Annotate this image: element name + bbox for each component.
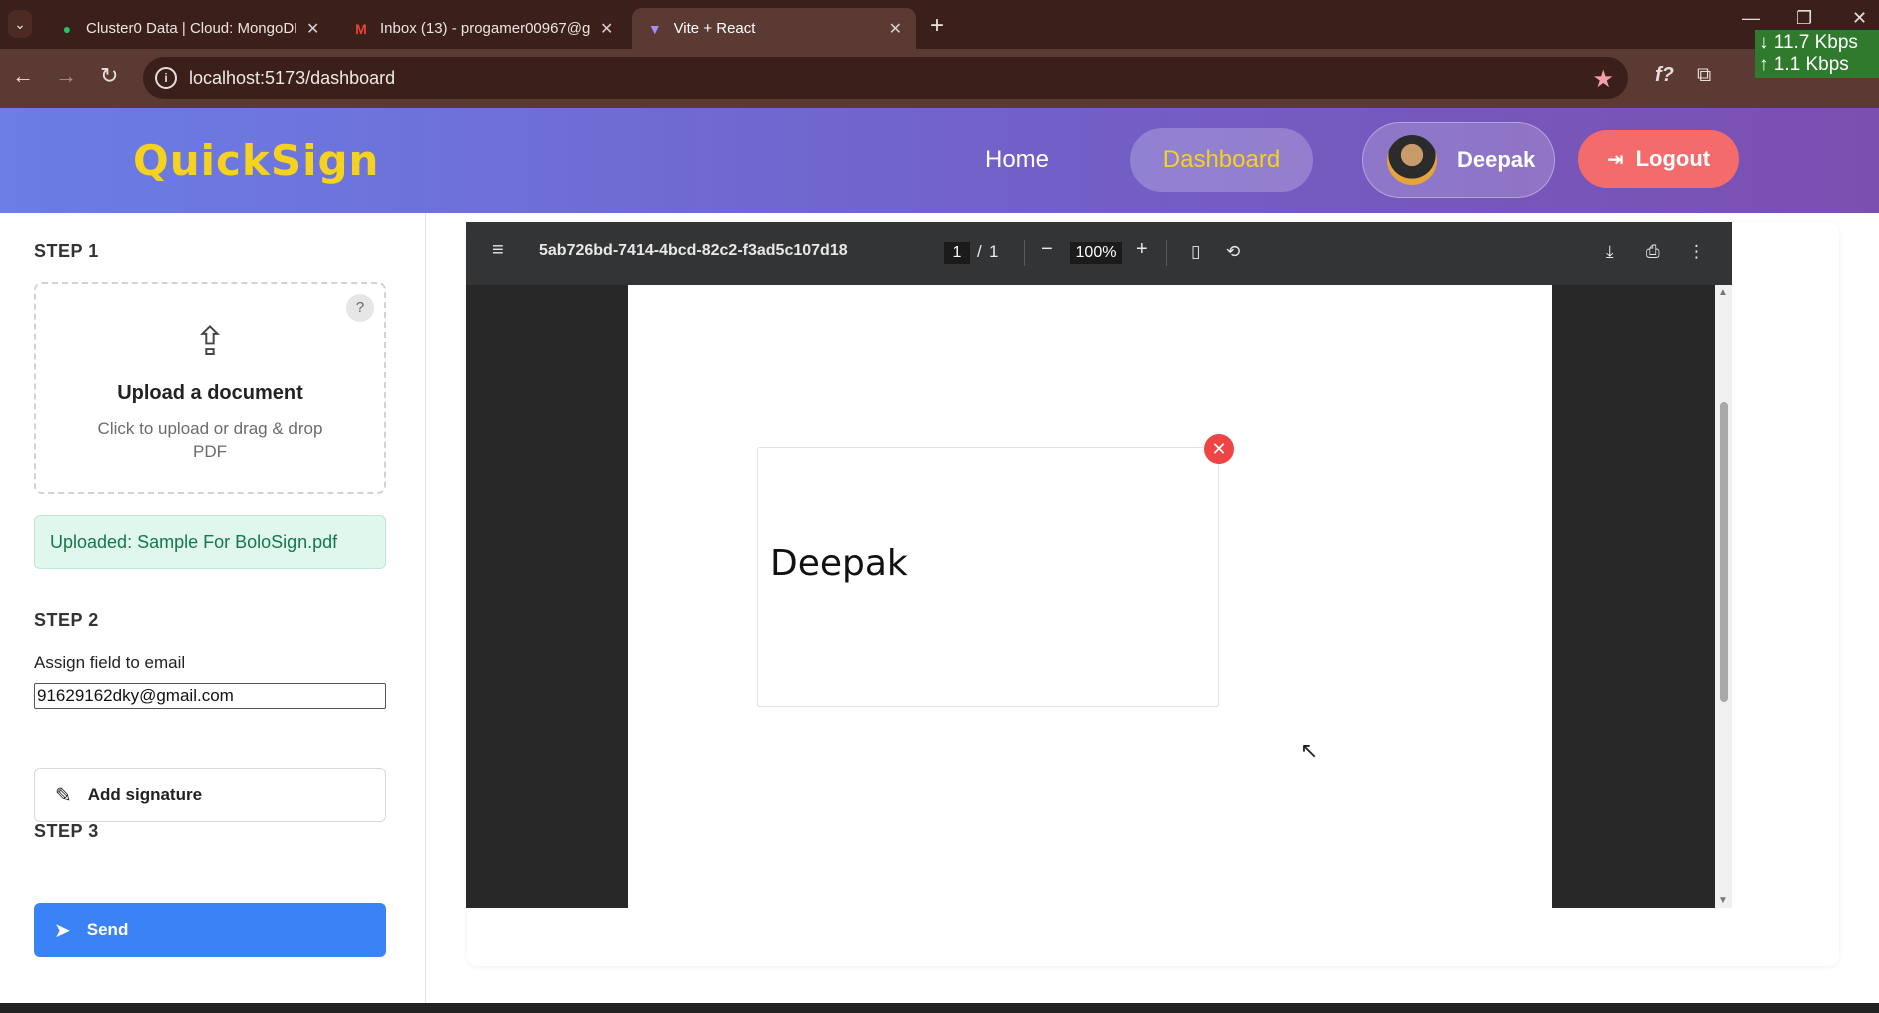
net-down: 11.7 Kbps [1773,32,1858,53]
download-arrow-icon: ↓ [1759,32,1769,53]
rotate-icon[interactable]: ⟲ [1226,242,1240,262]
tab-title: Inbox (13) - progamer00967@gmail.com [380,20,590,37]
assign-email-input[interactable] [34,683,386,709]
minimize-icon[interactable]: — [1742,8,1760,29]
avatar [1387,135,1437,185]
user-name: Deepak [1457,147,1536,172]
new-tab-icon[interactable]: + [930,12,944,40]
nav-dashboard-link[interactable]: Dashboard [1130,128,1313,192]
reload-icon[interactable]: ↻ [100,63,118,89]
toolbar-divider [1024,240,1025,266]
send-button[interactable]: ➤ Send [34,903,386,957]
tab-title: Cluster0 Data | Cloud: MongoDB [86,20,296,37]
more-options-icon[interactable]: ⋮ [1688,242,1705,262]
tab-close-icon[interactable]: ✕ [889,19,902,39]
upload-icon: ⇪ [193,320,227,364]
browser-tabstrip: ⌄ ● Cluster0 Data | Cloud: MongoDB ✕ M I… [0,0,1879,49]
signature-field[interactable]: Deepak [757,447,1219,707]
forward-icon[interactable]: → [55,63,77,89]
zoom-in-icon[interactable]: + [1136,238,1148,261]
back-icon[interactable]: ← [12,63,34,89]
add-signature-label: Add signature [87,785,203,804]
bottom-strip [0,1003,1879,1013]
logout-label: Logout [1635,146,1711,171]
page-number-input[interactable]: 1 [944,242,970,264]
pdf-scrollbar[interactable]: ▲ ▼ [1715,285,1732,908]
tab-vite-react[interactable]: ▼ Vite + React ✕ [632,8,916,49]
step1-heading: STEP 1 [34,241,99,261]
pdf-file-name: 5ab726bd-7414-4bcd-82c2-f3ad5c107d18 [539,242,848,259]
tab-mongodb[interactable]: ● Cluster0 Data | Cloud: MongoDB ✕ [44,8,333,49]
send-label: Send [86,920,129,939]
scroll-down-arrow-icon[interactable]: ▼ [1718,895,1728,906]
paper-plane-icon: ➤ [54,919,71,942]
remove-signature-icon[interactable]: ✕ [1204,434,1234,464]
restore-icon[interactable]: ❐ [1796,8,1812,29]
tab-title: Vite + React [673,20,756,37]
zoom-out-icon[interactable]: − [1041,238,1053,261]
pdf-page: Deepak ✕ [628,285,1552,908]
app-logo[interactable]: QuickSign [133,136,379,185]
assign-email-label: Assign field to email [34,653,186,672]
nav-home-link[interactable]: Home [985,146,1049,174]
toolbar-divider [1166,240,1167,266]
gmail-icon: M [355,20,367,37]
pen-icon: ✎ [55,784,72,807]
step3-heading: STEP 3 [34,821,99,841]
logout-button[interactable]: ⇥ Logout [1578,130,1739,188]
network-speed-badge: ↓ 11.7 Kbps ↑ 1.1 Kbps [1755,30,1879,78]
logout-icon: ⇥ [1606,148,1624,171]
browser-toolbar: ← → ↻ i localhost:5173/dashboard ★ f? ⧉ [0,49,1879,108]
zoom-level[interactable]: 100% [1070,242,1122,264]
step2-heading: STEP 2 [34,610,99,630]
tab-search-icon[interactable]: ⌄ [8,10,32,38]
tab-close-icon[interactable]: ✕ [306,19,319,39]
net-up: 1.1 Kbps [1773,54,1849,75]
url-text: localhost:5173/dashboard [189,68,396,88]
address-bar[interactable]: i localhost:5173/dashboard ★ [143,57,1628,99]
formula-extension-icon[interactable]: f? [1655,64,1674,87]
site-info-icon[interactable]: i [155,67,177,89]
upload-dropzone[interactable]: ? ⇪ Upload a document Click to upload or… [34,282,386,494]
fit-page-icon[interactable]: ▯ [1191,242,1200,262]
upload-title: Upload a document [117,382,303,404]
scroll-up-arrow-icon[interactable]: ▲ [1718,287,1728,298]
download-icon[interactable]: ⤓ [1606,242,1614,262]
extensions-icon[interactable]: ⧉ [1697,64,1711,87]
menu-icon[interactable]: ≡ [492,239,504,262]
uploaded-status: Uploaded: Sample For BoloSign.pdf [34,515,386,569]
sidebar: STEP 1 ? ⇪ Upload a document Click to up… [0,213,426,1003]
tab-gmail[interactable]: M Inbox (13) - progamer00967@gmail.com ✕ [338,8,627,49]
tab-close-icon[interactable]: ✕ [600,19,613,39]
upload-arrow-icon: ↑ [1759,54,1769,75]
mongodb-leaf-icon: ● [62,20,72,37]
page-separator: / [977,242,982,261]
user-profile-pill[interactable]: Deepak [1362,122,1555,198]
add-signature-button[interactable]: ✎ Add signature [34,768,386,822]
page-total: 1 [989,242,999,261]
pdf-toolbar: ≡ 5ab726bd-7414-4bcd-82c2-f3ad5c107d18 1… [466,222,1732,285]
upload-subtitle: Click to upload or drag & drop PDF [97,419,323,461]
nav-dashboard-label: Dashboard [1162,146,1281,173]
help-icon[interactable]: ? [346,294,374,322]
mouse-cursor-icon: ↖ [1300,738,1319,763]
signature-text: Deepak [770,543,908,584]
app-header: QuickSign Home Dashboard Deepak ⇥ Logout [0,108,1879,213]
close-window-icon[interactable]: ✕ [1852,8,1867,29]
pdf-viewer: ≡ 5ab726bd-7414-4bcd-82c2-f3ad5c107d18 1… [466,222,1732,908]
scrollbar-thumb[interactable] [1720,402,1728,702]
print-icon[interactable]: ⎙ [1646,242,1660,262]
vite-icon: ▼ [647,20,662,37]
bookmark-star-icon[interactable]: ★ [1592,65,1614,94]
